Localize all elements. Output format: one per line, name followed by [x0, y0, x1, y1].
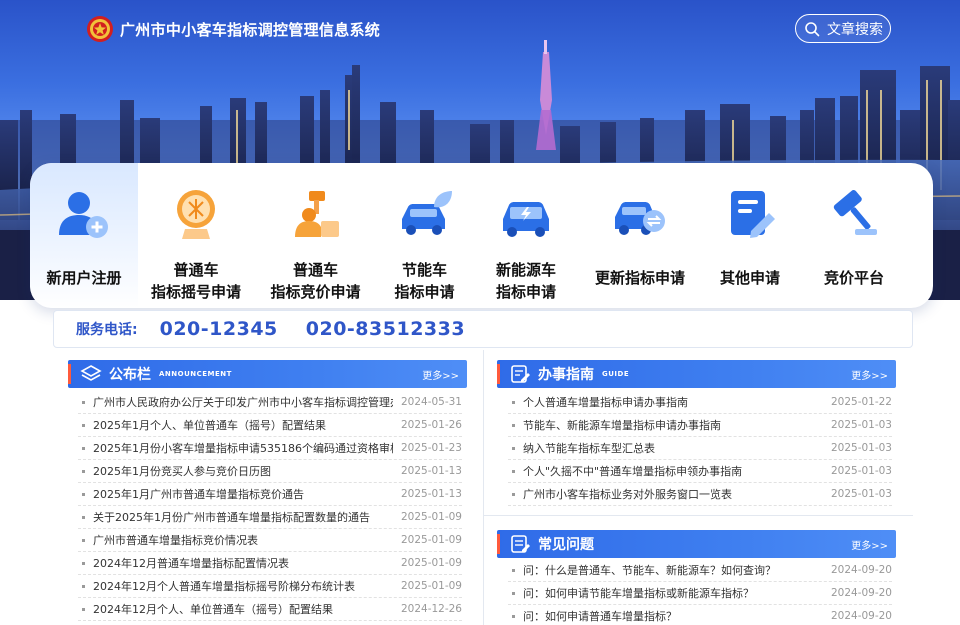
faq-list: 问：什么是普通车、节能车、新能源车？如何查询？2024-09-20 问：如何申请… [508, 559, 892, 625]
service-phone-1: 020-12345 [160, 318, 278, 340]
article-search-button[interactable]: 文章搜索 [795, 14, 891, 43]
nav-new-energy-car-application[interactable]: 新能源车 指标申请 [472, 163, 580, 308]
nav-label: 节能车 指标申请 [394, 259, 454, 303]
list-item[interactable]: 广州市人民政府办公厅关于印发广州市中小客车指标调控管理办...2024-05-3… [78, 391, 462, 414]
list-item[interactable]: 2025年1月份竞买人参与竞价日历图2025-01-13 [78, 460, 462, 483]
quick-nav-card: 新用户注册 普通车 指标摇号申请 普通车 指标竞价申 [30, 163, 933, 308]
announcement-panel: 公布栏 ANNOUNCEMENT 更多>> 广州市人民政府办公厅关于印发广州市中… [53, 350, 478, 625]
header-bar: 广州市中小客车指标调控管理信息系统 文章搜索 [0, 0, 960, 60]
announcement-more-link[interactable]: 更多>> [422, 367, 459, 382]
search-icon [804, 21, 820, 37]
list-item[interactable]: 问：如何申请节能车增量指标或新能源车指标？2024-09-20 [508, 582, 892, 605]
gavel-icon [825, 185, 883, 243]
nav-label: 竞价平台 [824, 267, 884, 289]
guide-list: 个人普通车增量指标申请办事指南2025-01-22 节能车、新能源车增量指标申请… [508, 391, 892, 506]
nav-renew-quota-application[interactable]: 更新指标申请 [580, 163, 700, 308]
nav-other-application[interactable]: 其他申请 [700, 163, 800, 308]
nav-bidding-application[interactable]: 普通车 指标竞价申请 [254, 163, 377, 308]
announcement-subtitle: ANNOUNCEMENT [159, 370, 232, 378]
service-label: 服务电话: [76, 319, 138, 339]
list-item[interactable]: 关于2025年1月份广州市普通车增量指标配置数量的通告2025-01-09 [78, 506, 462, 529]
nav-eco-car-application[interactable]: 节能车 指标申请 [377, 163, 472, 308]
list-item[interactable]: 纳入节能车指标车型汇总表2025-01-03 [508, 437, 892, 460]
list-item[interactable]: 广州市小客车指标业务对外服务窗口一览表2025-01-03 [508, 483, 892, 506]
nav-label: 普通车 指标摇号申请 [151, 259, 241, 303]
layers-icon [80, 363, 102, 385]
list-item[interactable]: 个人普通车增量指标申请办事指南2025-01-22 [508, 391, 892, 414]
nav-label: 新能源车 指标申请 [496, 259, 556, 303]
list-item[interactable]: 问：什么是普通车、节能车、新能源车？如何查询？2024-09-20 [508, 559, 892, 582]
nav-label: 更新指标申请 [595, 267, 685, 289]
faq-doc-icon [509, 533, 531, 555]
electric-car-icon [497, 185, 555, 243]
user-add-icon [55, 185, 113, 243]
faq-title: 常见问题 [538, 534, 594, 554]
announcement-title: 公布栏 [109, 364, 151, 384]
announcement-header: 公布栏 ANNOUNCEMENT 更多>> [68, 360, 467, 388]
list-item[interactable]: 2025年1月份小客车增量指标申请535186个编码通过资格审核2025-01-… [78, 437, 462, 460]
guide-subtitle: GUIDE [602, 370, 629, 378]
edit-doc-icon [721, 185, 779, 243]
nav-bidding-platform[interactable]: 竞价平台 [800, 163, 908, 308]
eco-car-icon [396, 185, 454, 243]
list-item[interactable]: 问：如何申请普通车增量指标？2024-09-20 [508, 605, 892, 625]
list-item[interactable]: 2025年1月广州市普通车增量指标竞价通告2025-01-13 [78, 483, 462, 506]
service-phone-2: 020-83512333 [306, 318, 465, 340]
list-item[interactable]: 2025年1月个人、单位普通车（摇号）配置结果2025-01-26 [78, 414, 462, 437]
nav-label: 其他申请 [720, 267, 780, 289]
list-item[interactable]: 2024年12月普通车增量指标配置情况表2025-01-09 [78, 552, 462, 575]
guide-title: 办事指南 [538, 364, 594, 384]
nav-new-user-register[interactable]: 新用户注册 [30, 163, 138, 308]
service-hotline-bar: 服务电话: 020-12345 020-83512333 [53, 310, 913, 348]
search-label: 文章搜索 [827, 19, 883, 39]
announcement-list: 广州市人民政府办公厅关于印发广州市中小客车指标调控管理办...2024-05-3… [78, 391, 462, 621]
list-item[interactable]: 广州市普通车增量指标竞价情况表2025-01-09 [78, 529, 462, 552]
guide-header: 办事指南 GUIDE 更多>> [497, 360, 896, 388]
emblem-icon [86, 15, 114, 43]
faq-header: 常见问题 更多>> [497, 530, 896, 558]
auction-hammer-icon [287, 185, 345, 243]
section-divider [483, 515, 913, 516]
guide-doc-icon [509, 363, 531, 385]
guide-more-link[interactable]: 更多>> [851, 367, 888, 382]
faq-more-link[interactable]: 更多>> [851, 537, 888, 552]
list-item[interactable]: 2024年12月个人普通车增量指标摇号阶梯分布统计表2025-01-09 [78, 575, 462, 598]
list-item[interactable]: 2024年12月个人、单位普通车（摇号）配置结果2024-12-26 [78, 598, 462, 621]
nav-lottery-application[interactable]: 普通车 指标摇号申请 [138, 163, 254, 308]
site-title: 广州市中小客车指标调控管理信息系统 [120, 19, 380, 40]
nav-label: 新用户注册 [46, 267, 121, 289]
list-item[interactable]: 节能车、新能源车增量指标申请办事指南2025-01-03 [508, 414, 892, 437]
car-renew-icon [611, 185, 669, 243]
lottery-ball-icon [167, 185, 225, 243]
list-item[interactable]: 个人"久摇不中"普通车增量指标申领办事指南2025-01-03 [508, 460, 892, 483]
nav-label: 普通车 指标竞价申请 [270, 259, 360, 303]
